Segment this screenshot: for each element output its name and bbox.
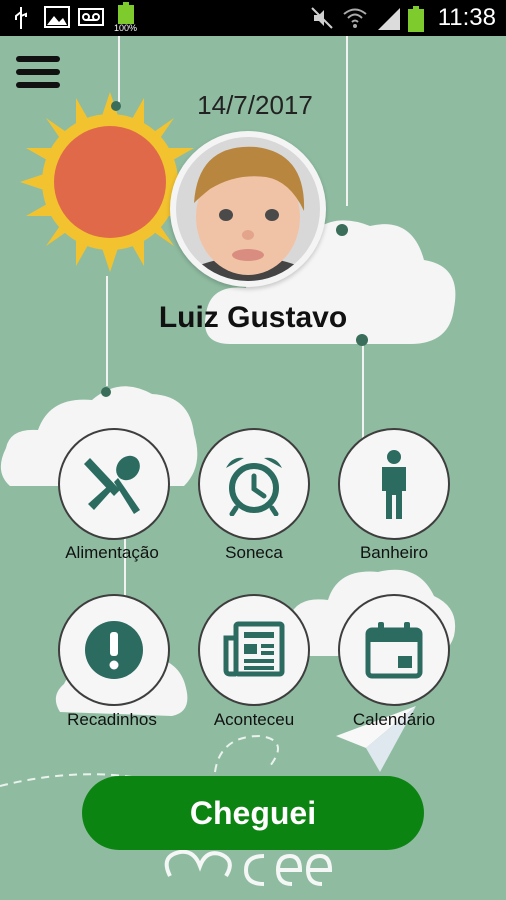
exclamation-icon xyxy=(85,621,143,679)
cheguei-button[interactable]: Cheguei xyxy=(82,776,424,850)
battery-percent: 100% xyxy=(114,23,138,33)
mute-icon xyxy=(311,7,333,29)
battery-icon xyxy=(118,2,134,24)
action-alimentacao[interactable] xyxy=(58,428,170,540)
hanging-string xyxy=(346,36,348,206)
action-aconteceu-button[interactable] xyxy=(198,594,310,706)
action-calendario-label: Calendário xyxy=(352,710,436,729)
main-screen: 14/7/2017 Luiz Gustavo Alimentação Sonec… xyxy=(0,36,506,900)
wifi-icon xyxy=(343,8,367,28)
alarm-clock-icon xyxy=(226,457,282,516)
action-alimentacao-button[interactable] xyxy=(58,428,170,540)
hamburger-menu-icon[interactable] xyxy=(16,56,60,92)
voicemail-icon xyxy=(78,8,104,26)
current-date: 14/7/2017 xyxy=(197,90,313,120)
newspaper-icon xyxy=(223,621,285,677)
person-icon xyxy=(382,450,406,519)
battery-level-icon xyxy=(408,6,424,32)
child-avatar[interactable] xyxy=(170,131,326,287)
action-recadinhos-button[interactable] xyxy=(58,594,170,706)
action-soneca[interactable] xyxy=(198,428,310,540)
action-banheiro[interactable] xyxy=(338,428,450,540)
action-banheiro-label: Banheiro xyxy=(359,543,429,562)
child-name: Luiz Gustavo xyxy=(158,301,348,334)
status-bar: 100% 11:38 xyxy=(0,0,506,36)
fork-spoon-icon xyxy=(84,455,140,514)
usb-icon xyxy=(15,7,27,29)
action-calendario-button[interactable] xyxy=(338,594,450,706)
action-soneca-button[interactable] xyxy=(198,428,310,540)
action-calendario[interactable] xyxy=(338,594,450,706)
child-photo xyxy=(176,137,320,281)
calendar-icon xyxy=(365,622,423,679)
signal-icon xyxy=(378,8,400,30)
action-banheiro-button[interactable] xyxy=(338,428,450,540)
image-icon xyxy=(44,6,70,28)
status-time: 11:38 xyxy=(437,4,496,31)
action-aconteceu[interactable] xyxy=(198,594,310,706)
battery-indicator: 100% xyxy=(114,2,138,34)
action-recadinhos[interactable] xyxy=(58,594,170,706)
